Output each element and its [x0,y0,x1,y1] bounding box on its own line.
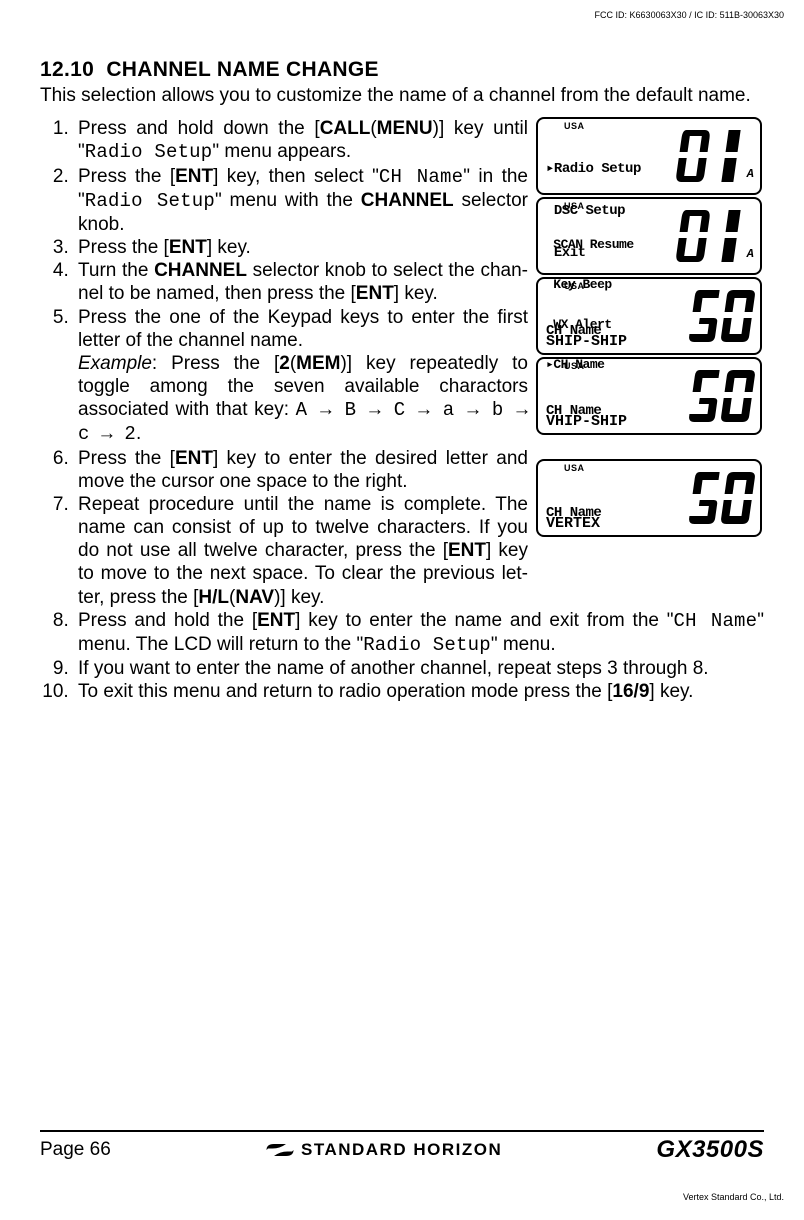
standard-horizon-logo-icon [265,1139,295,1161]
lcd-screenshots-column: USA ▸Radio Setup DSC Setup Exit A USA [536,117,764,609]
usa-badge: USA [564,361,585,371]
channel-number: A [677,128,754,184]
lcd-screen-5: USA CH Name VERTEX [536,459,762,537]
lcd-screen-2: USA SCAN Resume Key Beep WX Alert ▸CH Na… [536,197,762,275]
lcd-screen-3: USA CH Name SHIP-SHIP [536,277,762,355]
step-1: Press and hold down the [CALL(MENU)] key… [74,117,528,164]
channel-number [688,470,754,526]
usa-badge: USA [564,201,585,211]
section-heading: 12.10 CHANNEL NAME CHANGE [40,58,764,82]
step-4: Turn the CHANNEL selector knob to select… [74,259,528,305]
steps-list-bottom: Press and hold the [ENT] key to enter th… [40,609,764,704]
step-3: Press the [ENT] key. [74,236,528,259]
page-number: Page 66 [40,1139,111,1161]
step-2: Press the [ENT] key, then select "CH Nam… [74,165,528,237]
usa-badge: USA [564,463,585,473]
channel-number [688,288,754,344]
model-label: GX3500S [656,1136,764,1164]
channel-number: A [677,208,754,264]
fcc-id-label: FCC ID: K6630063X30 / IC ID: 511B-30063X… [595,10,784,20]
step-5: Press the one of the Keypad keys to ente… [74,306,528,447]
usa-badge: USA [564,281,585,291]
channel-number [688,368,754,424]
step-8: Press and hold the [ENT] key to enter th… [74,609,764,657]
step-7: Repeat procedure until the name is compl… [74,493,528,609]
steps-list-top: Press and hold down the [CALL(MENU)] key… [40,117,528,609]
lcd-screen-1: USA ▸Radio Setup DSC Setup Exit A [536,117,762,195]
usa-badge: USA [564,121,585,131]
page-footer: Page 66 STANDARD HORIZON GX3500S [40,1130,764,1166]
step-9: If you want to enter the name of another… [74,657,764,680]
intro-text: This selection allows you to customize t… [40,84,764,107]
lcd-screen-4: USA CH Name VHIP-SHIP [536,357,762,435]
step-6: Press the [ENT] key to enter the desired… [74,447,528,493]
step-10: To exit this menu and return to radio op… [74,680,764,703]
brand-logo-block: STANDARD HORIZON [265,1139,502,1161]
company-label: Vertex Standard Co., Ltd. [683,1192,784,1202]
